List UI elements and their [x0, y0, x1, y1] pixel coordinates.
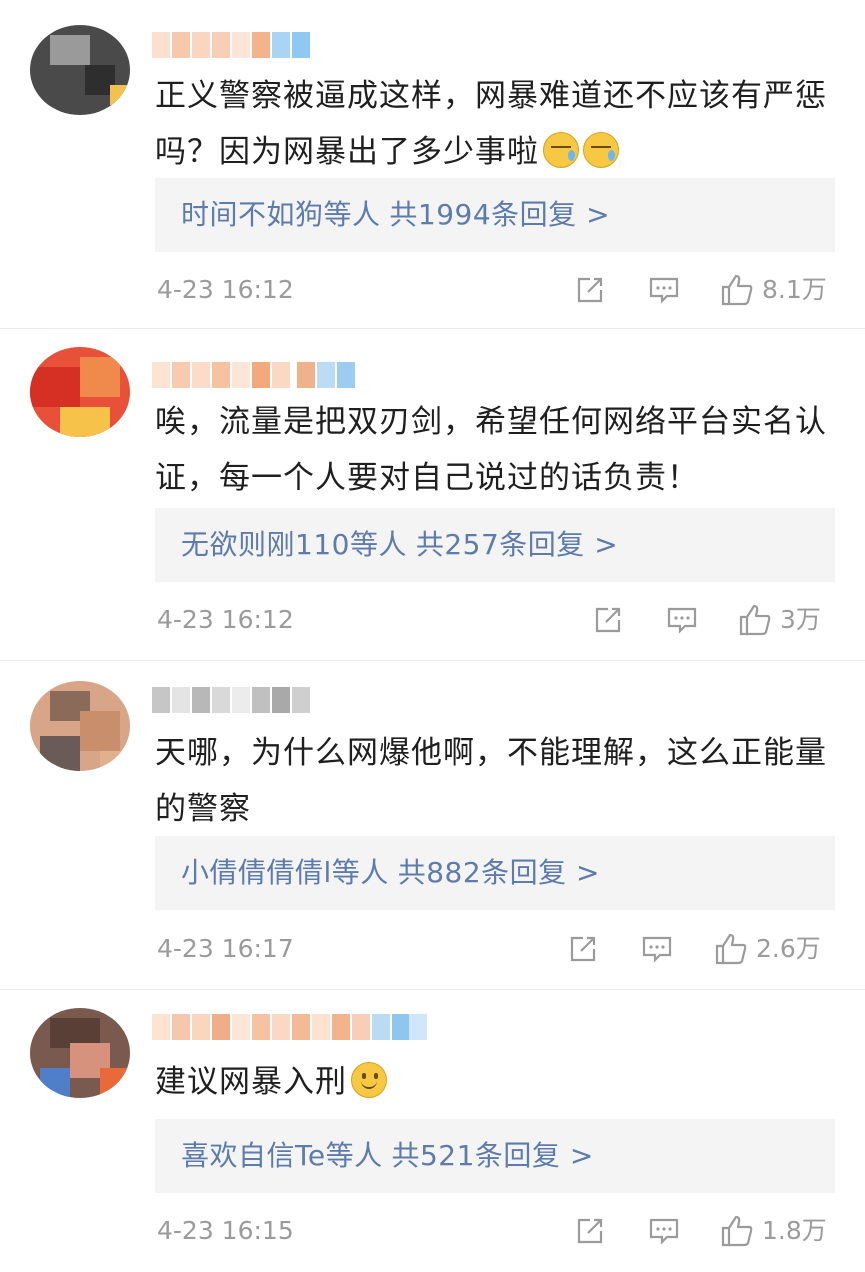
- reply-users: 时间不如狗等人: [181, 198, 381, 231]
- like-count: 1.8万: [762, 1216, 827, 1245]
- reply-count: 共521条回复 >: [391, 1139, 594, 1172]
- share-icon[interactable]: [574, 1215, 606, 1247]
- comment-text: 天哪，为什么网爆他啊，不能理解，这么正能量的警察: [155, 735, 827, 827]
- reply-count: 共882条回复 >: [397, 856, 600, 889]
- comment-item-3: 天哪，为什么网爆他啊，不能理解，这么正能量的警察 小倩倩倩倩l等人 共882条回…: [0, 661, 865, 989]
- replies-summary[interactable]: 小倩倩倩倩l等人 共882条回复 >: [155, 836, 835, 910]
- thumbs-up-icon: [720, 273, 754, 307]
- comment-meta: 4-23 16:15 1.8万: [0, 1211, 865, 1251]
- comment-meta: 4-23 16:12 3万: [0, 600, 865, 640]
- reply-users: 小倩倩倩倩l等人: [181, 856, 389, 889]
- comment-icon[interactable]: [641, 933, 673, 965]
- username-blurred[interactable]: [152, 687, 312, 713]
- comment-icon[interactable]: [648, 1215, 680, 1247]
- share-icon[interactable]: [567, 933, 599, 965]
- like-count: 3万: [780, 605, 821, 634]
- comment-time: 4-23 16:12: [157, 275, 294, 304]
- comment-time: 4-23 16:17: [157, 934, 294, 963]
- comment-meta: 4-23 16:17 2.6万: [0, 929, 865, 969]
- avatar[interactable]: [30, 347, 130, 437]
- like-button[interactable]: 3万: [738, 600, 821, 640]
- comment-text: 正义警察被逼成这样，网暴难道还不应该有严惩吗？因为网暴出了多少事啦: [155, 78, 827, 170]
- username-blurred[interactable]: [152, 362, 372, 388]
- like-button[interactable]: 8.1万: [720, 270, 827, 310]
- avatar[interactable]: [30, 1008, 130, 1098]
- thumbs-up-icon: [738, 603, 772, 637]
- comment-meta: 4-23 16:12 8.1万: [0, 270, 865, 310]
- crying-emoji-icon: [543, 132, 579, 168]
- username-blurred[interactable]: [152, 32, 312, 58]
- share-icon[interactable]: [592, 604, 624, 636]
- replies-summary[interactable]: 时间不如狗等人 共1994条回复 >: [155, 178, 835, 252]
- thumbs-up-icon: [714, 932, 748, 966]
- like-count: 8.1万: [762, 275, 827, 304]
- smiley-emoji-icon: [351, 1062, 387, 1098]
- reply-users: 无欲则刚110等人: [181, 528, 407, 561]
- comment-text: 建议网暴入刑: [155, 1054, 845, 1110]
- comment-item-2: 唉，流量是把双刃剑，希望任何网络平台实名认证，每一个人要对自己说过的话负责！ 无…: [0, 329, 865, 660]
- reply-users: 喜欢自信Te等人: [181, 1139, 383, 1172]
- like-button[interactable]: 2.6万: [714, 929, 821, 969]
- avatar[interactable]: [30, 681, 130, 771]
- comment-time: 4-23 16:15: [157, 1216, 294, 1245]
- crying-emoji-icon: [583, 132, 619, 168]
- like-count: 2.6万: [756, 934, 821, 963]
- comment-text: 唉，流量是把双刃剑，希望任何网络平台实名认证，每一个人要对自己说过的话负责！: [155, 404, 827, 496]
- comment-item-4: 建议网暴入刑 喜欢自信Te等人 共521条回复 > 4-23 16:15 1.8…: [0, 990, 865, 1272]
- replies-summary[interactable]: 无欲则刚110等人 共257条回复 >: [155, 508, 835, 582]
- comment-icon[interactable]: [648, 274, 680, 306]
- reply-count: 共257条回复 >: [415, 528, 619, 561]
- comment-icon[interactable]: [666, 604, 698, 636]
- thumbs-up-icon: [720, 1214, 754, 1248]
- comment-time: 4-23 16:12: [157, 605, 294, 634]
- share-icon[interactable]: [574, 274, 606, 306]
- like-button[interactable]: 1.8万: [720, 1211, 827, 1251]
- avatar[interactable]: [30, 25, 130, 115]
- replies-summary[interactable]: 喜欢自信Te等人 共521条回复 >: [155, 1119, 835, 1193]
- username-blurred[interactable]: [152, 1014, 427, 1040]
- comment-item-1: 正义警察被逼成这样，网暴难道还不应该有严惩吗？因为网暴出了多少事啦 时间不如狗等…: [0, 0, 865, 328]
- reply-count: 共1994条回复 >: [389, 198, 611, 231]
